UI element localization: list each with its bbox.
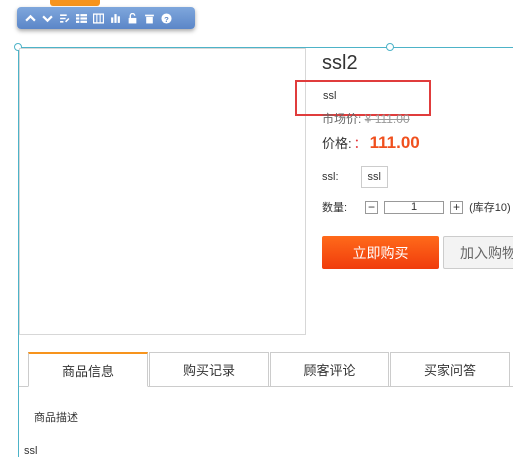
market-price-value: ¥ 111.00 xyxy=(364,112,410,124)
columns-icon[interactable] xyxy=(90,10,106,26)
spec-row: ssl: ssl xyxy=(322,166,388,188)
quantity-input[interactable]: 1 xyxy=(384,200,445,214)
stock-text: (库存10) xyxy=(469,202,511,214)
price-row: 价格: ： 111.00 xyxy=(322,133,420,153)
price-label: 价格: xyxy=(322,136,352,151)
tab-buyer-qa[interactable]: 买家问答 xyxy=(390,352,510,387)
svg-text:?: ? xyxy=(164,14,169,23)
floating-toolbar: ? xyxy=(17,7,195,29)
edit-icon[interactable] xyxy=(56,10,72,26)
tab-customer-reviews[interactable]: 顾客评论 xyxy=(270,352,389,387)
resize-handle-middle[interactable] xyxy=(386,43,394,51)
unlock-icon[interactable] xyxy=(124,10,140,26)
market-price-row: 市场价: ¥ 111.00 xyxy=(322,110,410,124)
quantity-plus-button[interactable]: + xyxy=(450,200,464,214)
list-icon[interactable] xyxy=(73,10,89,26)
market-price-label: 市场价: xyxy=(322,112,362,124)
buy-now-button[interactable]: 立即购买 xyxy=(322,236,439,269)
chart-icon[interactable] xyxy=(107,10,123,26)
quantity-row: 数量: − 1 + (库存10) xyxy=(322,199,511,215)
quantity-minus-button[interactable]: − xyxy=(365,200,379,214)
delete-icon[interactable] xyxy=(141,10,157,26)
tab-product-info[interactable]: 商品信息 xyxy=(28,352,148,387)
chevron-up-icon[interactable] xyxy=(22,10,38,26)
spec-label: ssl: xyxy=(322,171,339,183)
price-value: 111.00 xyxy=(369,133,420,152)
tab-purchase-records[interactable]: 购买记录 xyxy=(149,352,269,387)
quantity-label: 数量: xyxy=(322,202,348,214)
product-title: ssl2 xyxy=(322,52,358,74)
product-image xyxy=(19,48,306,335)
chevron-down-icon[interactable] xyxy=(39,10,55,26)
description-label: 商品描述 xyxy=(34,412,78,424)
add-to-cart-button[interactable]: 加入购物车 xyxy=(443,236,513,269)
description-text: ssl xyxy=(24,445,38,457)
price-colon: ： xyxy=(353,136,367,151)
help-icon[interactable]: ? xyxy=(158,10,174,26)
spec-option[interactable]: ssl xyxy=(360,166,388,188)
top-orange-tab[interactable] xyxy=(50,0,100,6)
